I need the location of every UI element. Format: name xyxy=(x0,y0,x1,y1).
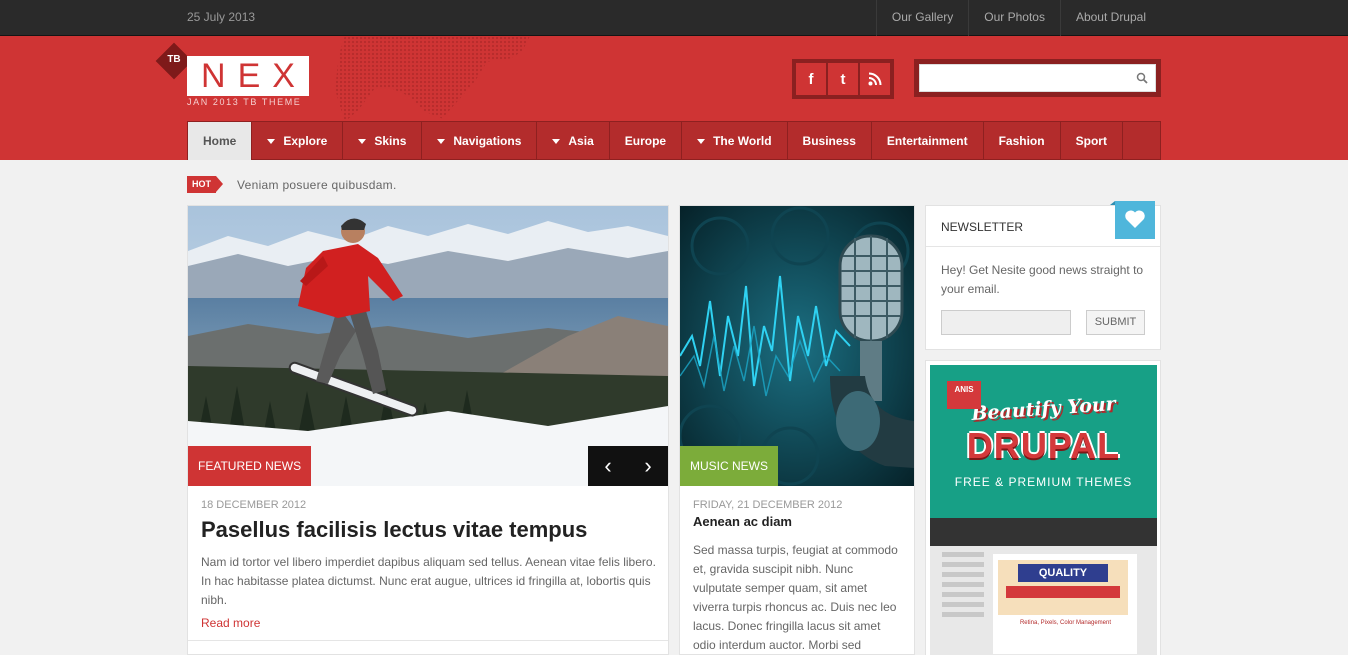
facebook-icon[interactable]: f xyxy=(796,63,826,95)
site-header: TB N E X JAN 2013 TB THEME f t Home Explo… xyxy=(0,36,1348,160)
caret-down-icon xyxy=(697,138,706,144)
newsletter-submit-button[interactable]: SUBMIT xyxy=(1086,310,1145,335)
nav-item-fashion[interactable]: Fashion xyxy=(984,122,1061,160)
newsletter-title: NEWSLETTER xyxy=(941,220,1024,234)
music-title[interactable]: Aenean ac diam xyxy=(693,514,792,529)
search-input[interactable] xyxy=(919,64,1156,92)
read-more-link[interactable]: Read more xyxy=(201,616,260,630)
top-link-about[interactable]: About Drupal xyxy=(1059,0,1161,36)
logo-letter: X xyxy=(272,57,295,95)
nav-item-sport[interactable]: Sport xyxy=(1061,122,1123,160)
nav-item-business[interactable]: Business xyxy=(788,122,872,160)
heart-icon xyxy=(1110,201,1155,239)
ad-anis-badge: ANIS xyxy=(947,381,981,409)
top-link-photos[interactable]: Our Photos xyxy=(968,0,1060,36)
nav-item-entertainment[interactable]: Entertainment xyxy=(872,122,984,160)
twitter-icon[interactable]: t xyxy=(828,63,858,95)
nav-item-label: Business xyxy=(802,133,856,148)
featured-excerpt: Nam id tortor vel libero imperdiet dapib… xyxy=(201,555,656,607)
next-arrow-icon[interactable]: › xyxy=(628,446,668,486)
nav-item-label: Entertainment xyxy=(886,133,968,148)
site-logo[interactable]: N E X xyxy=(187,56,309,96)
logo-letter: N xyxy=(201,57,226,95)
caret-down-icon xyxy=(267,138,276,144)
nav-item-europe[interactable]: Europe xyxy=(610,122,683,160)
divider xyxy=(188,640,668,641)
slider-arrows: ‹ › xyxy=(588,446,668,486)
hot-badge: HOT xyxy=(187,176,223,193)
ad-theme-preview: QUALITY Retina, Pixels, Color Management xyxy=(930,518,1157,655)
nav-item-label: Europe xyxy=(624,133,667,148)
nav-item-label: Navigations xyxy=(453,133,522,148)
ad-caption: Retina, Pixels, Color Management xyxy=(1019,620,1112,626)
music-date: FRIDAY, 21 DECEMBER 2012 xyxy=(693,499,843,511)
search-icon[interactable] xyxy=(1136,72,1148,84)
logo-subtitle: JAN 2013 TB THEME xyxy=(187,97,302,107)
search-box xyxy=(914,59,1161,97)
newsletter-email-input[interactable] xyxy=(941,310,1071,335)
logo-letter: E xyxy=(237,57,261,95)
caret-down-icon xyxy=(358,138,367,144)
music-news-card: MUSIC NEWS FRIDAY, 21 DECEMBER 2012 Aene… xyxy=(679,205,915,655)
top-link-gallery[interactable]: Our Gallery xyxy=(875,0,968,36)
featured-date: 18 DECEMBER 2012 xyxy=(201,499,307,511)
divider xyxy=(926,246,1160,247)
featured-title[interactable]: Pasellus facilisis lectus vitae tempus xyxy=(201,517,587,543)
nav-item-explore[interactable]: Explore xyxy=(252,122,344,160)
featured-news-tag[interactable]: FEATURED NEWS xyxy=(188,446,312,486)
news-ticker-text[interactable]: Veniam posuere quibusdam. xyxy=(237,178,397,192)
ad-drupal-text: DRUPAL xyxy=(966,425,1121,466)
nav-item-asia[interactable]: Asia xyxy=(537,122,610,160)
current-date: 25 July 2013 xyxy=(187,10,256,24)
ad-tagline: FREE & PREMIUM THEMES xyxy=(954,475,1133,489)
caret-down-icon xyxy=(552,138,561,144)
world-map-decoration xyxy=(335,36,530,122)
nav-item-label: Fashion xyxy=(998,133,1045,148)
nav-item-home[interactable]: Home xyxy=(188,122,253,160)
ad-quality-ribbon: QUALITY xyxy=(1018,564,1108,582)
social-links: f t xyxy=(792,59,894,99)
featured-image-snowboarder[interactable] xyxy=(188,206,668,486)
nav-item-navigations[interactable]: Navigations xyxy=(422,122,538,160)
featured-news-card: FEATURED NEWS ‹ › 18 DECEMBER 2012 Pasel… xyxy=(187,205,669,655)
music-news-tag[interactable]: MUSIC NEWS xyxy=(680,446,778,486)
caret-down-icon xyxy=(437,138,446,144)
music-excerpt: Sed massa turpis, feugiat at commodo et,… xyxy=(693,543,898,652)
music-image-microphone[interactable] xyxy=(680,206,914,486)
main-navigation: Home Explore Skins Navigations Asia Europe The… xyxy=(187,121,1161,160)
nav-item-label: Home xyxy=(203,133,237,148)
nav-item-label: Skins xyxy=(374,133,407,148)
newsletter-text: Hey! Get Nesite good news straight to yo… xyxy=(941,263,1144,296)
rss-icon[interactable] xyxy=(860,63,890,95)
top-links: Our Gallery Our Photos About Drupal xyxy=(875,0,1161,36)
prev-arrow-icon[interactable]: ‹ xyxy=(588,446,628,486)
nav-item-label: The World xyxy=(713,133,772,148)
logo-badge-text: TB xyxy=(167,54,181,65)
ad-image: Beautify Your DRUPAL FREE & PREMIUM THEM… xyxy=(930,365,1157,655)
nav-item-label: Explore xyxy=(283,133,328,148)
advertisement-banner[interactable]: Beautify Your DRUPAL FREE & PREMIUM THEM… xyxy=(925,360,1161,655)
nav-item-skins[interactable]: Skins xyxy=(343,122,423,160)
top-bar: 25 July 2013 Our Gallery Our Photos Abou… xyxy=(0,0,1348,36)
nav-item-label: Sport xyxy=(1075,133,1107,148)
nav-item-the-world[interactable]: The World xyxy=(682,122,788,160)
nav-item-label: Asia xyxy=(568,133,594,148)
